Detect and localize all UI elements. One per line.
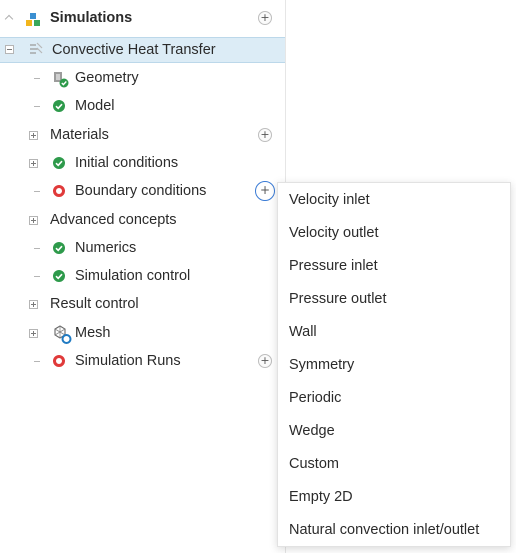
- status-ok-icon: [53, 157, 65, 169]
- tree-item-mesh[interactable]: Mesh: [0, 319, 285, 347]
- materials-label: Materials: [50, 127, 109, 143]
- tree-item-simulation-runs[interactable]: Simulation Runs +: [0, 347, 285, 375]
- status-error-icon: [53, 355, 65, 367]
- tree-root-simulations[interactable]: Simulations +: [0, 4, 285, 32]
- tree-item-materials[interactable]: Materials +: [0, 121, 285, 149]
- status-ok-icon: [53, 242, 65, 254]
- add-simulation-button[interactable]: +: [258, 11, 272, 25]
- expand-toggle[interactable]: [29, 329, 38, 338]
- boundary-conditions-label: Boundary conditions: [75, 183, 207, 199]
- menu-item-empty-2d[interactable]: Empty 2D: [278, 481, 510, 514]
- menu-item-velocity-inlet[interactable]: Velocity inlet: [278, 184, 510, 217]
- tree-item-geometry[interactable]: Geometry: [0, 64, 285, 92]
- tree-item-numerics[interactable]: Numerics: [0, 234, 285, 262]
- menu-item-symmetry[interactable]: Symmetry: [278, 349, 510, 382]
- tree-item-advanced-concepts[interactable]: Advanced concepts: [0, 206, 285, 234]
- tree-item-initial-conditions[interactable]: Initial conditions: [0, 149, 285, 177]
- tree-connector: [34, 248, 40, 249]
- menu-item-natural-convection[interactable]: Natural convection inlet/outlet: [278, 514, 510, 547]
- collapse-chevron-icon[interactable]: [4, 14, 14, 24]
- expand-toggle[interactable]: [29, 300, 38, 309]
- simulations-icon: [25, 10, 41, 38]
- tree-connector: [34, 106, 40, 107]
- initial-conditions-label: Initial conditions: [75, 155, 179, 171]
- tree-item-simulation-control[interactable]: Simulation control: [0, 262, 285, 290]
- menu-item-velocity-outlet[interactable]: Velocity outlet: [278, 217, 510, 250]
- tree-item-result-control[interactable]: Result control: [0, 290, 285, 318]
- advanced-concepts-label: Advanced concepts: [50, 212, 177, 228]
- expand-toggle[interactable]: [29, 131, 38, 140]
- result-control-label: Result control: [50, 296, 139, 312]
- simulation-runs-label: Simulation Runs: [75, 353, 181, 369]
- add-boundary-condition-menu: Velocity inlet Velocity outlet Pressure …: [277, 182, 511, 547]
- menu-item-wedge[interactable]: Wedge: [278, 415, 510, 448]
- status-ok-icon: [53, 100, 65, 112]
- status-error-icon: [53, 185, 65, 197]
- model-label: Model: [75, 98, 115, 114]
- numerics-label: Numerics: [75, 240, 137, 256]
- add-material-button[interactable]: +: [258, 128, 272, 142]
- geometry-label: Geometry: [75, 70, 139, 86]
- mesh-label: Mesh: [75, 325, 111, 341]
- status-ok-icon: [53, 270, 65, 282]
- menu-item-periodic[interactable]: Periodic: [278, 382, 510, 415]
- expand-toggle[interactable]: [29, 216, 38, 225]
- simulation-label: Convective Heat Transfer: [52, 42, 216, 58]
- add-boundary-condition-button[interactable]: +: [255, 181, 275, 201]
- simulation-control-label: Simulation control: [75, 268, 191, 284]
- tree-root-label: Simulations: [50, 10, 133, 26]
- tree-connector: [34, 191, 40, 192]
- tree-item-model[interactable]: Model: [0, 92, 285, 120]
- menu-item-custom[interactable]: Custom: [278, 448, 510, 481]
- simulation-tree: Simulations + Convective Heat Transfer G…: [0, 0, 286, 553]
- tree-connector: [34, 276, 40, 277]
- tree-connector: [34, 361, 40, 362]
- menu-item-wall[interactable]: Wall: [278, 316, 510, 349]
- menu-item-pressure-outlet[interactable]: Pressure outlet: [278, 283, 510, 316]
- tree-item-simulation[interactable]: Convective Heat Transfer: [0, 37, 285, 63]
- menu-item-pressure-inlet[interactable]: Pressure inlet: [278, 250, 510, 283]
- collapse-toggle[interactable]: [5, 45, 14, 54]
- add-simulation-run-button[interactable]: +: [258, 354, 272, 368]
- simulation-icon: [28, 41, 44, 65]
- tree-connector: [34, 78, 40, 79]
- expand-toggle[interactable]: [29, 159, 38, 168]
- tree-item-boundary-conditions[interactable]: Boundary conditions +: [0, 177, 285, 205]
